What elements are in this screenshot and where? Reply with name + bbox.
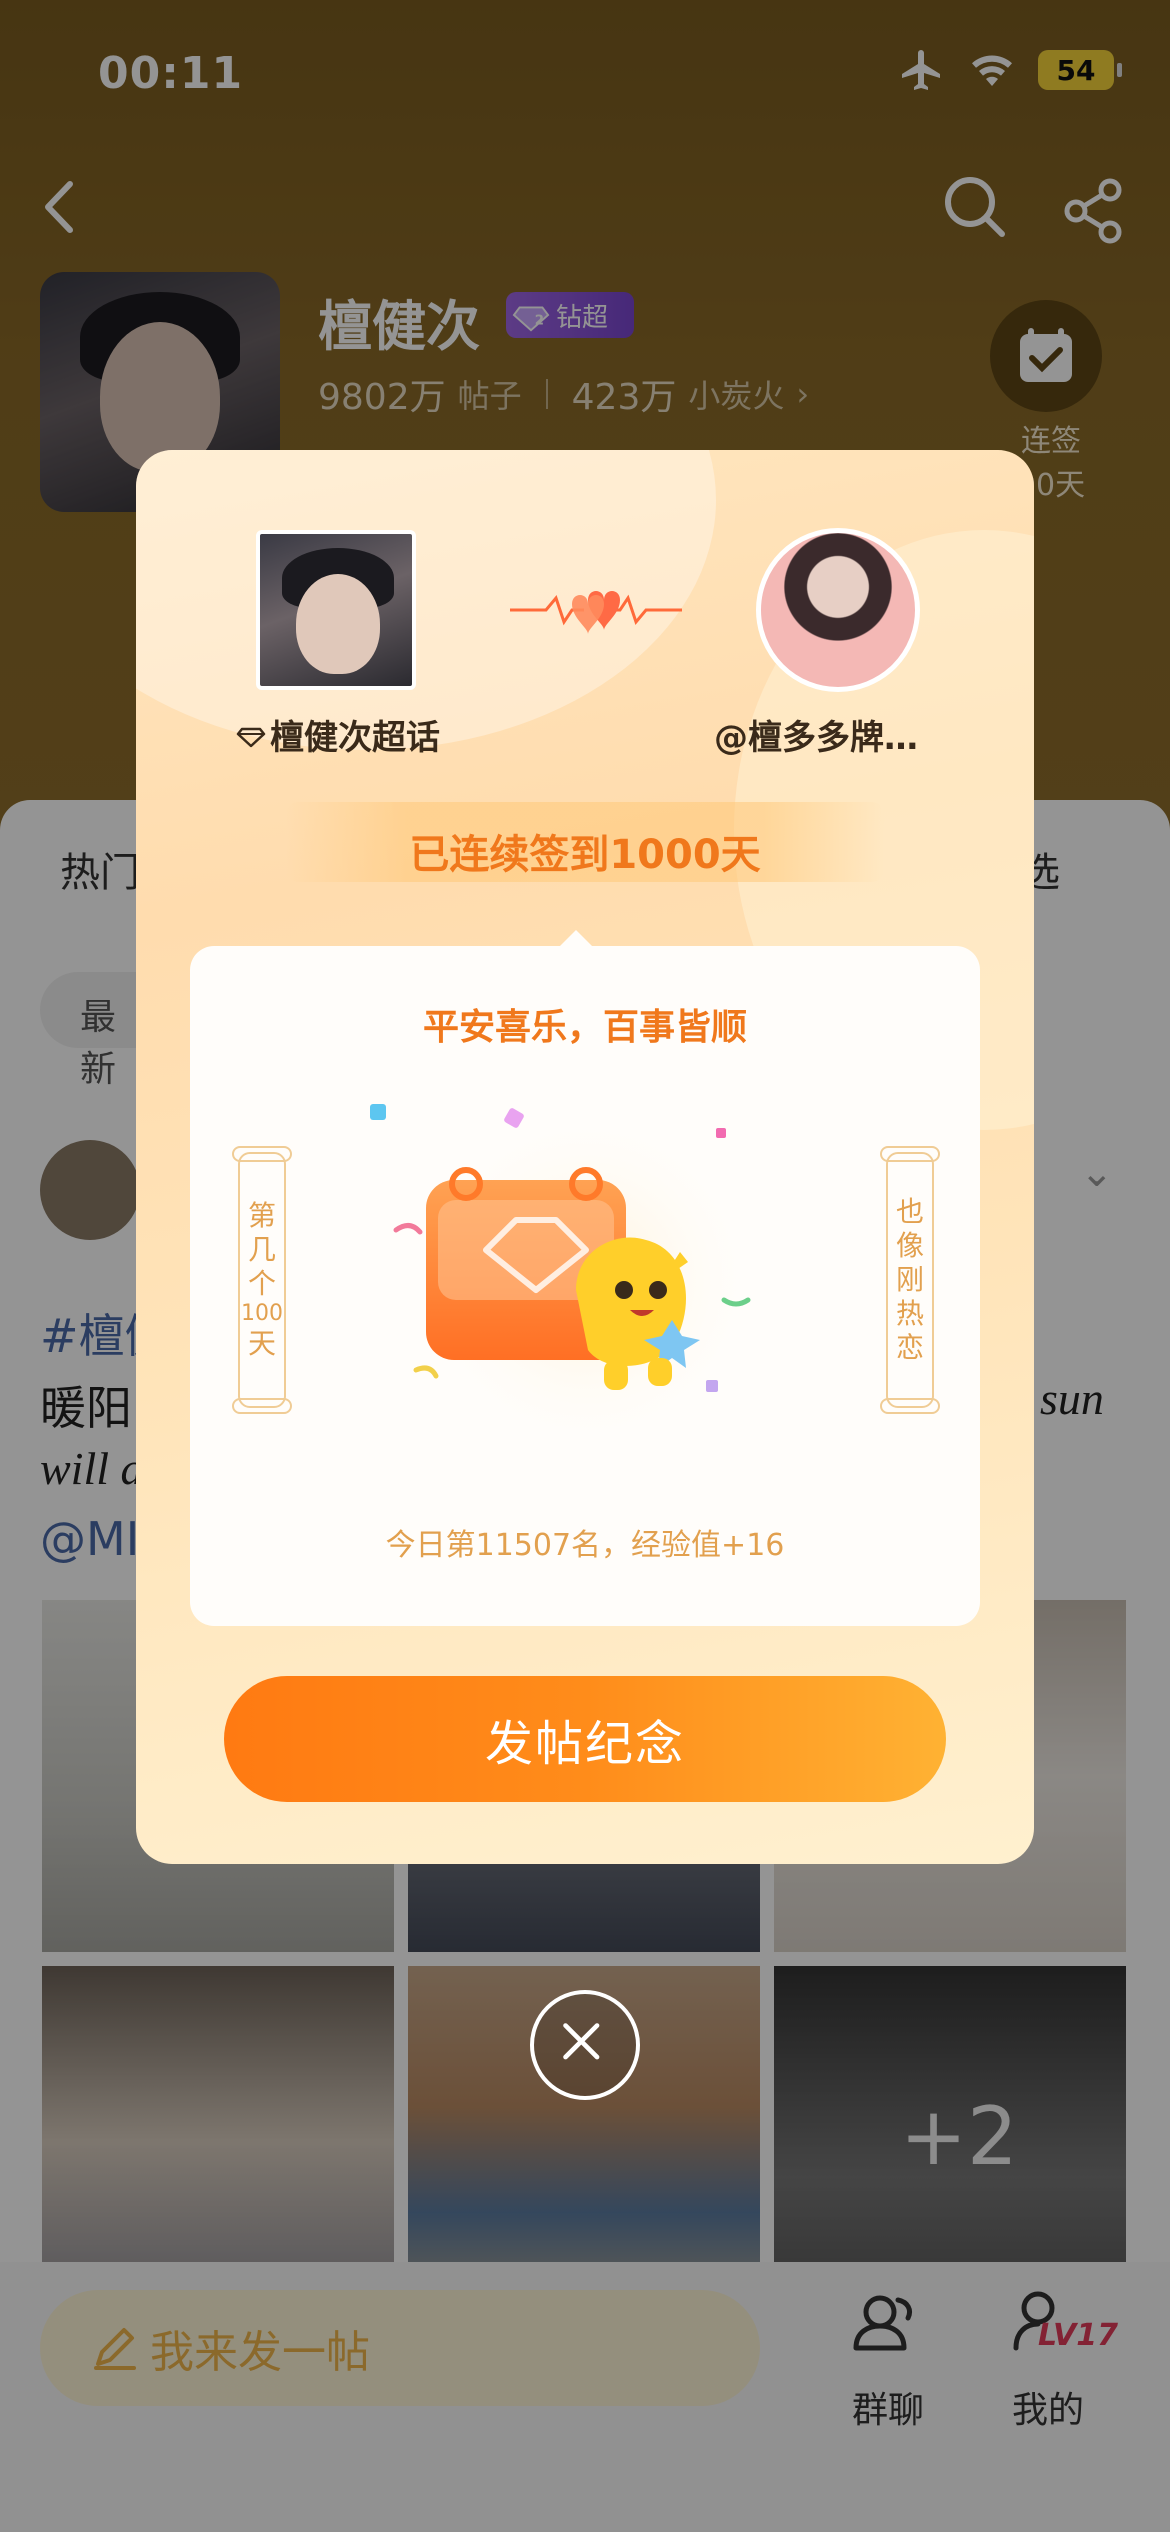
blessing-text: 平安喜乐，百事皆顺 <box>422 1007 747 1048</box>
close-modal-button[interactable] <box>530 1990 640 2100</box>
left-tag-char: 几 <box>247 1233 276 1266</box>
user-avatar <box>756 528 920 692</box>
post-commemorate-button[interactable]: 发帖纪念 <box>224 1676 946 1802</box>
close-icon <box>563 2023 600 2060</box>
calendar-mascot-illustration <box>370 1104 756 1450</box>
left-tag-char: 第 <box>247 1199 276 1232</box>
rank-text: 今日第11507名，经验值+16 <box>385 1528 785 1563</box>
right-tag-char: 热 <box>895 1297 924 1330</box>
left-tag-char: 天 <box>247 1327 276 1360</box>
avatar-face-shape <box>296 574 380 674</box>
left-tag-char: 个 <box>247 1267 276 1300</box>
left-vertical-tag: 第 几 个 100 天 <box>232 1146 292 1414</box>
left-tag-char: 100 <box>241 1301 283 1326</box>
streak-text: 已连续签到1000天 <box>409 832 761 878</box>
right-vertical-tag: 也 像 刚 热 恋 <box>880 1146 940 1414</box>
user-name: @檀多多牌… <box>714 718 918 758</box>
right-tag-char: 也 <box>895 1195 924 1228</box>
topic-name: 檀健次超话 <box>236 710 440 759</box>
right-tag-char: 恋 <box>895 1331 924 1364</box>
checkin-success-modal: 檀健次超话 @檀多多牌… 已连续签到1000天 平安喜乐，百事皆顺 第 几 个 … <box>136 450 1034 1864</box>
diamond-outline-icon <box>236 727 266 747</box>
heartbeat-hearts-icon <box>510 591 682 634</box>
topic-avatar <box>256 530 416 690</box>
topic-name-label: 檀健次超话 <box>270 718 440 758</box>
supertopic-page: 00:11 54 檀健次 2 钻超 9802万 帖子 423万 小炭火 › 连签… <box>0 0 1170 2532</box>
right-tag-char: 刚 <box>895 1263 924 1296</box>
right-tag-char: 像 <box>895 1229 924 1262</box>
